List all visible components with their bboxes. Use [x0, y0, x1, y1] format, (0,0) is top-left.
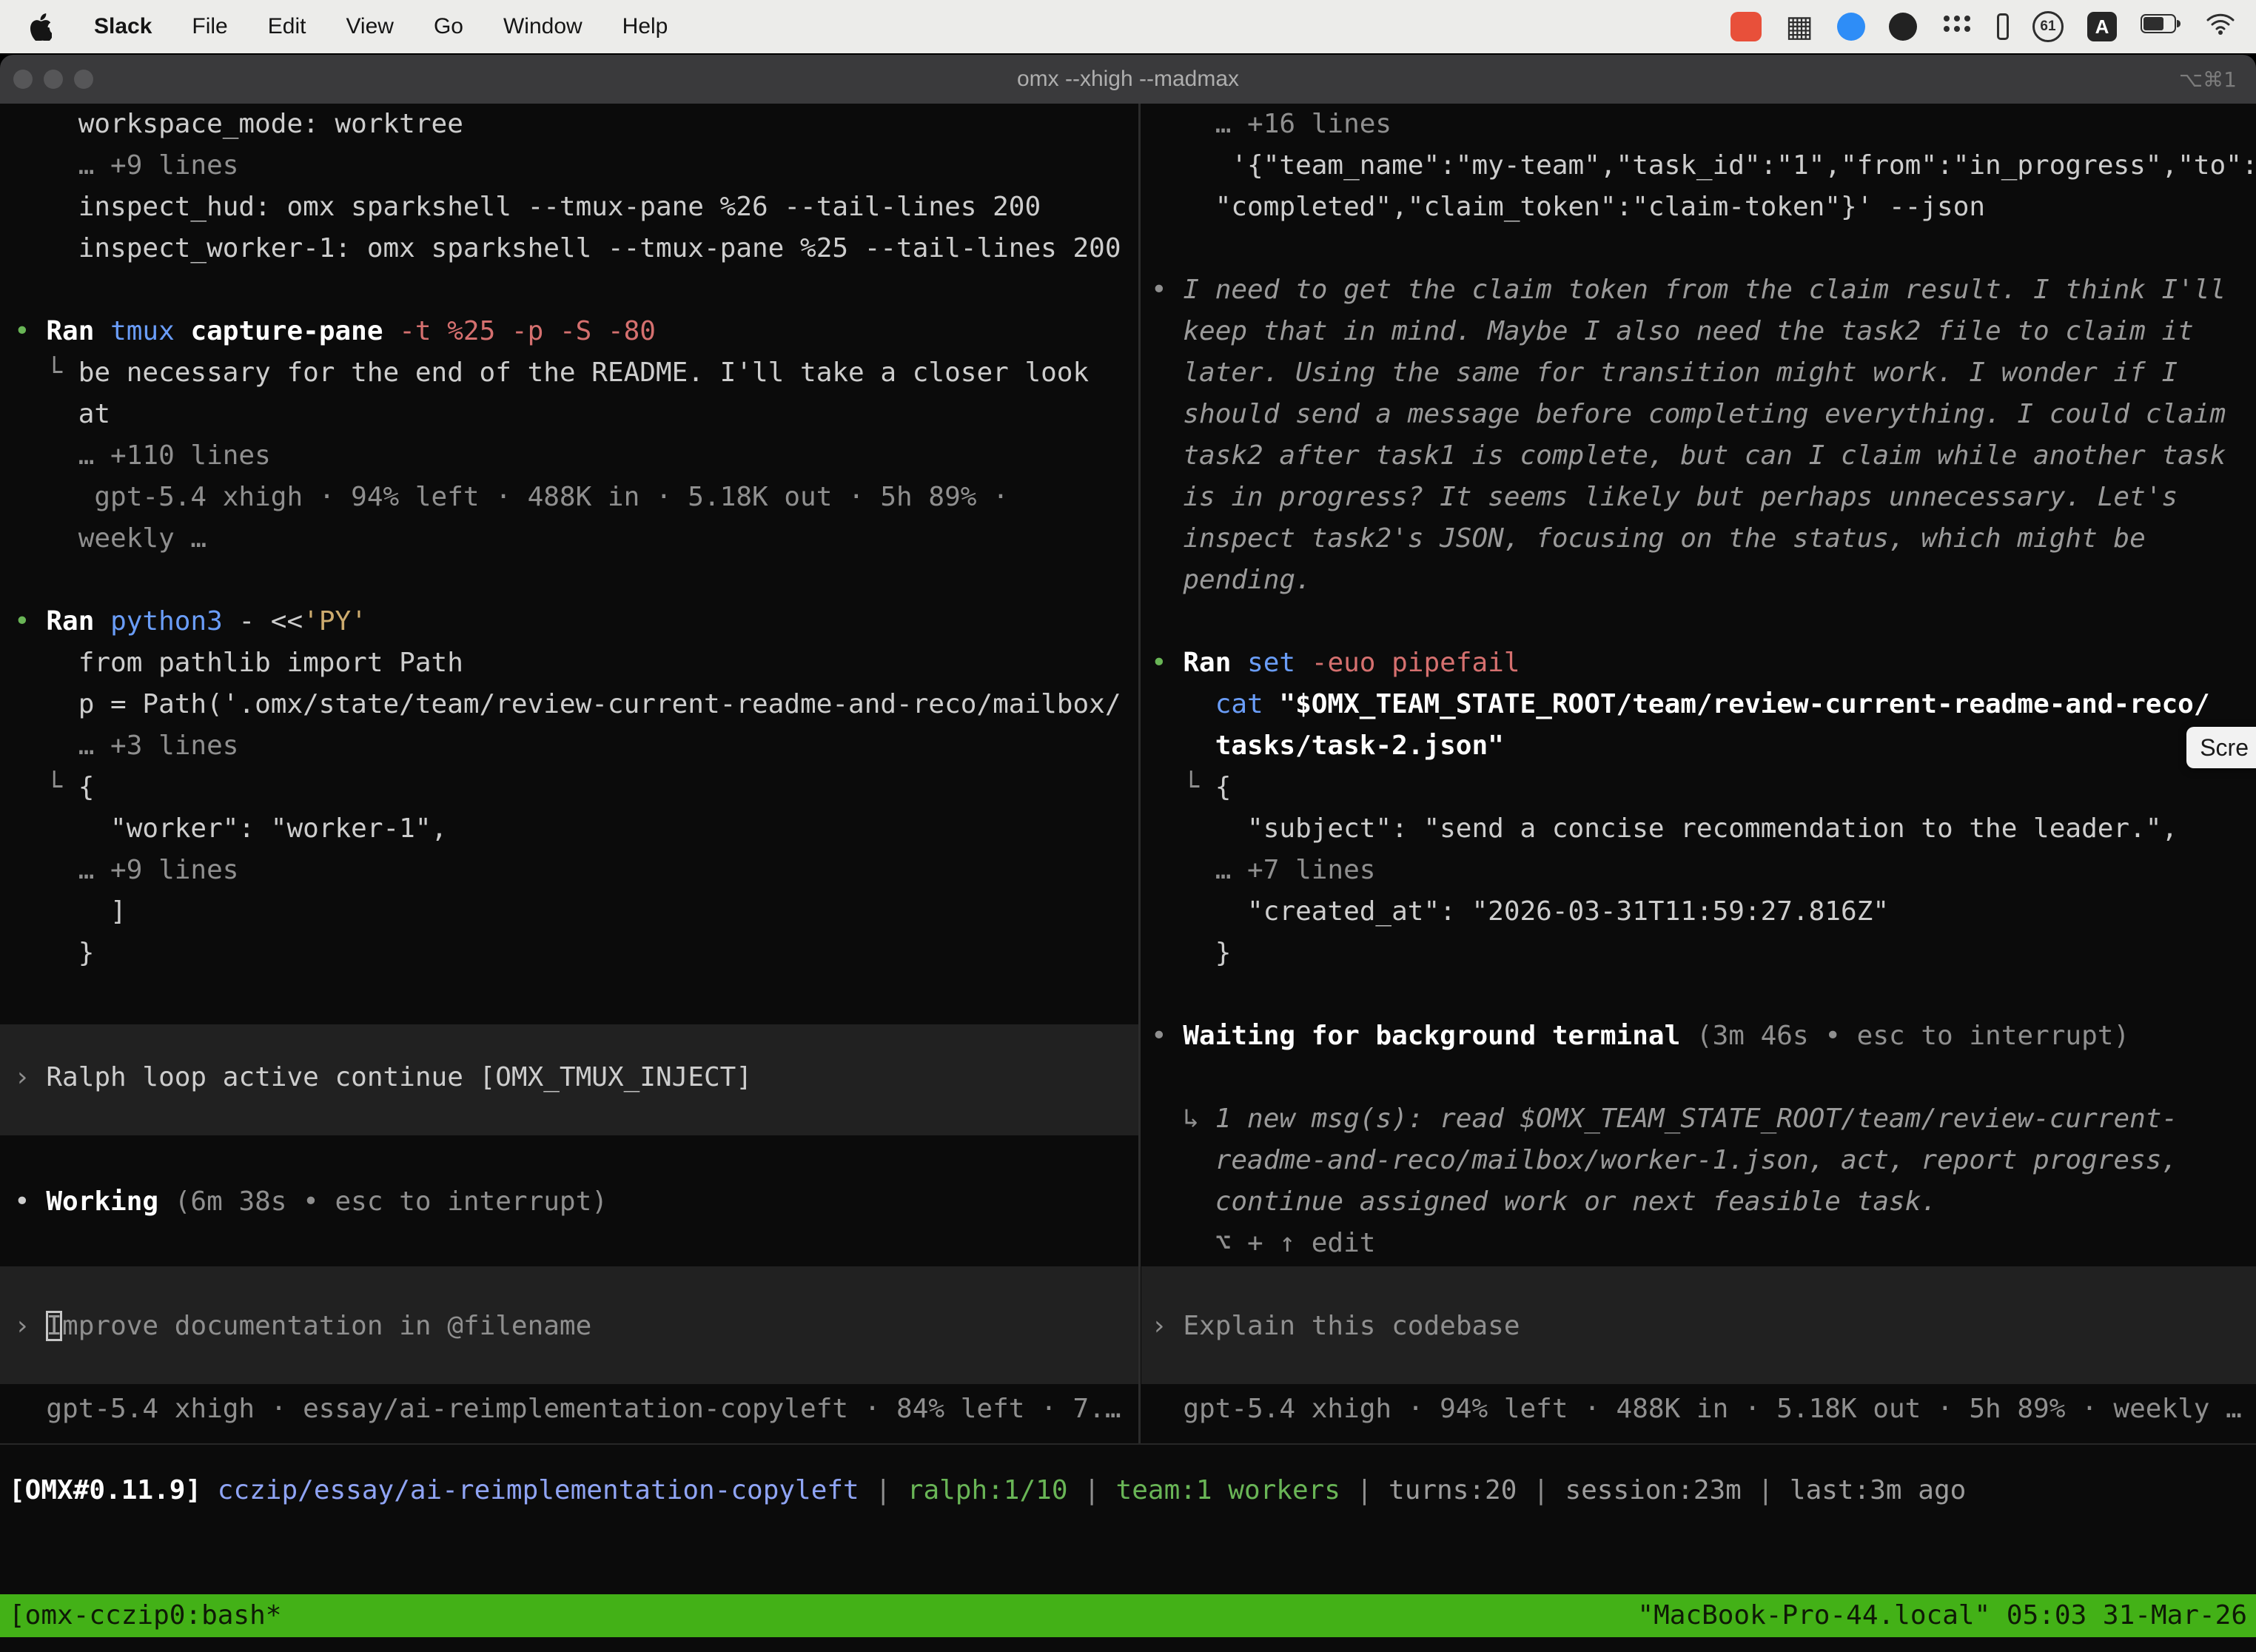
terminal-line: inspect_worker-1: omx sparkshell --tmux-… — [14, 228, 1121, 269]
terminal-content: workspace_mode: worktree … +9 lines insp… — [0, 104, 2256, 1443]
terminal-line: gpt-5.4 xhigh · 94% left · 488K in · 5.1… — [1151, 1389, 2242, 1430]
close-button[interactable] — [13, 70, 33, 89]
terminal-line: task2 after task1 is complete, but can I… — [1151, 435, 2226, 477]
menu-item-go[interactable]: Go — [414, 14, 483, 39]
terminal-line: "completed","claim_token":"claim-token"}… — [1151, 187, 1985, 228]
terminal-line: … +3 lines — [14, 725, 238, 767]
terminal-line: pending. — [1151, 560, 1312, 601]
terminal-line: should send a message before completing … — [1151, 394, 2226, 435]
terminal-line: • Ran python3 - <<'PY' — [14, 601, 367, 642]
blue-app-icon[interactable] — [1837, 13, 1865, 41]
keyboard-grid-icon[interactable]: ▦ — [1785, 12, 1813, 41]
window-shortcut-hint: ⌥⌘1 — [2179, 55, 2237, 104]
terminal-line: … +110 lines — [14, 435, 271, 477]
terminal-line: "subject": "send a concise recommendatio… — [1151, 808, 2178, 850]
terminal-line: keep that in mind. Maybe I also need the… — [1151, 311, 2194, 352]
battery-gauge-icon[interactable]: 61 — [2032, 11, 2064, 42]
menu-bar-status-icons: ▦ 61 A — [1730, 11, 2256, 42]
terminal-line: • Working (6m 38s • esc to interrupt) — [14, 1181, 608, 1223]
terminal-line: • Waiting for background terminal (3m 46… — [1151, 1015, 2129, 1057]
menu-item-file[interactable]: File — [172, 14, 247, 39]
menu-item-help[interactable]: Help — [602, 14, 688, 39]
traffic-lights — [13, 55, 93, 104]
wifi-icon[interactable] — [2206, 13, 2235, 41]
terminal-line: › Improve documentation in @filename — [14, 1306, 591, 1347]
terminal-line: ↳ 1 new msg(s): read $OMX_TEAM_STATE_ROO… — [1151, 1098, 2178, 1140]
menu-item-window[interactable]: Window — [483, 14, 602, 39]
tmux-host-clock: "MacBook-Pro-44.local" 05:03 31-Mar-26 — [1637, 1594, 2247, 1637]
terminal-line: └ be necessary for the end of the README… — [14, 352, 1089, 394]
terminal-line: tasks/task-2.json" — [1151, 725, 1504, 767]
terminal-line: • Ran set -euo pipefail — [1151, 642, 1520, 684]
omx-status-bar: [OMX#0.11.9] cczip/essay/ai-reimplementa… — [9, 1470, 1966, 1511]
terminal-line: └ { — [14, 767, 94, 808]
terminal-line: } — [14, 933, 94, 974]
screen-recording-indicator-icon[interactable] — [1730, 12, 1762, 41]
terminal-line: inspect_hud: omx sparkshell --tmux-pane … — [14, 187, 1041, 228]
terminal-line: › Ralph loop active continue [OMX_TMUX_I… — [14, 1057, 752, 1098]
dark-app-icon[interactable] — [1889, 13, 1917, 41]
terminal-line: } — [1151, 933, 1231, 974]
menu-item-edit[interactable]: Edit — [248, 14, 326, 39]
terminal-line: … +9 lines — [14, 145, 238, 187]
sidebar-toggle-icon[interactable] — [1997, 13, 2009, 40]
terminal-line: readme-and-reco/mailbox/worker-1.json, a… — [1151, 1140, 2178, 1181]
terminal-line: … +16 lines — [1151, 104, 1391, 145]
terminal-line: continue assigned work or next feasible … — [1151, 1181, 1937, 1223]
menu-app-name[interactable]: Slack — [74, 14, 172, 39]
tmux-status-bar: [omx-cczip0:bash* "MacBook-Pro-44.local"… — [0, 1594, 2256, 1637]
battery-icon[interactable] — [2141, 13, 2182, 40]
terminal-line: inspect task2's JSON, focusing on the st… — [1151, 518, 2146, 560]
terminal-line: cat "$OMX_TEAM_STATE_ROOT/team/review-cu… — [1151, 684, 2210, 725]
terminal-line: ] — [14, 891, 127, 933]
minimize-button[interactable] — [44, 70, 63, 89]
terminal-line: gpt-5.4 xhigh · essay/ai-reimplementatio… — [14, 1389, 1121, 1430]
terminal-line: workspace_mode: worktree — [14, 104, 463, 145]
terminal-line: at — [14, 394, 110, 435]
pane-divider — [1138, 104, 1141, 1443]
terminal-line: is in progress? It seems likely but perh… — [1151, 477, 2178, 518]
zoom-button[interactable] — [74, 70, 93, 89]
terminal-line: • I need to get the claim token from the… — [1151, 269, 2226, 311]
screen-notification-text: Scre — [2200, 734, 2249, 762]
status-separator — [0, 1443, 2256, 1445]
screen-notification-popup[interactable]: Scre — [2186, 727, 2256, 768]
terminal-line: gpt-5.4 xhigh · 94% left · 488K in · 5.1… — [14, 477, 1009, 518]
terminal-line: • Ran tmux capture-pane -t %25 -p -S -80 — [14, 311, 656, 352]
terminal-line: … +7 lines — [1151, 850, 1375, 891]
terminal-line: later. Using the same for transition mig… — [1151, 352, 2178, 394]
terminal-line: '{"team_name":"my-team","task_id":"1","f… — [1151, 145, 2256, 187]
terminal-line: p = Path('.omx/state/team/review-current… — [14, 684, 1121, 725]
pane-left[interactable]: workspace_mode: worktree … +9 lines insp… — [0, 104, 1138, 1443]
terminal-line: … +9 lines — [14, 850, 238, 891]
app-grid-icon[interactable] — [1941, 13, 1973, 41]
terminal-line: › Explain this codebase — [1151, 1306, 1520, 1347]
terminal-line: "worker": "worker-1", — [14, 808, 447, 850]
input-source-icon[interactable]: A — [2087, 12, 2117, 41]
menu-bar: Slack File Edit View Go Window Help ▦ 61… — [0, 0, 2256, 53]
menu-bar-left: Slack File Edit View Go Window Help — [0, 12, 688, 41]
terminal-line: from pathlib import Path — [14, 642, 463, 684]
terminal-window: omx --xhigh --madmax ⌥⌘1 workspace_mode:… — [0, 55, 2256, 1652]
terminal-line: ⌥ + ↑ edit — [1151, 1223, 1375, 1264]
terminal-line: "created_at": "2026-03-31T11:59:27.816Z" — [1151, 891, 1889, 933]
tmux-session-label: [omx-cczip0:bash* — [9, 1594, 281, 1637]
pane-right[interactable]: … +16 lines '{"team_name":"my-team","tas… — [1141, 104, 2256, 1443]
terminal-line: └ { — [1151, 767, 1231, 808]
menu-item-view[interactable]: View — [326, 14, 413, 39]
window-title: omx --xhigh --madmax — [1017, 67, 1239, 92]
terminal-line: weekly … — [14, 518, 207, 560]
apple-menu-icon[interactable] — [30, 12, 55, 41]
window-title-bar[interactable]: omx --xhigh --madmax ⌥⌘1 — [0, 55, 2256, 104]
